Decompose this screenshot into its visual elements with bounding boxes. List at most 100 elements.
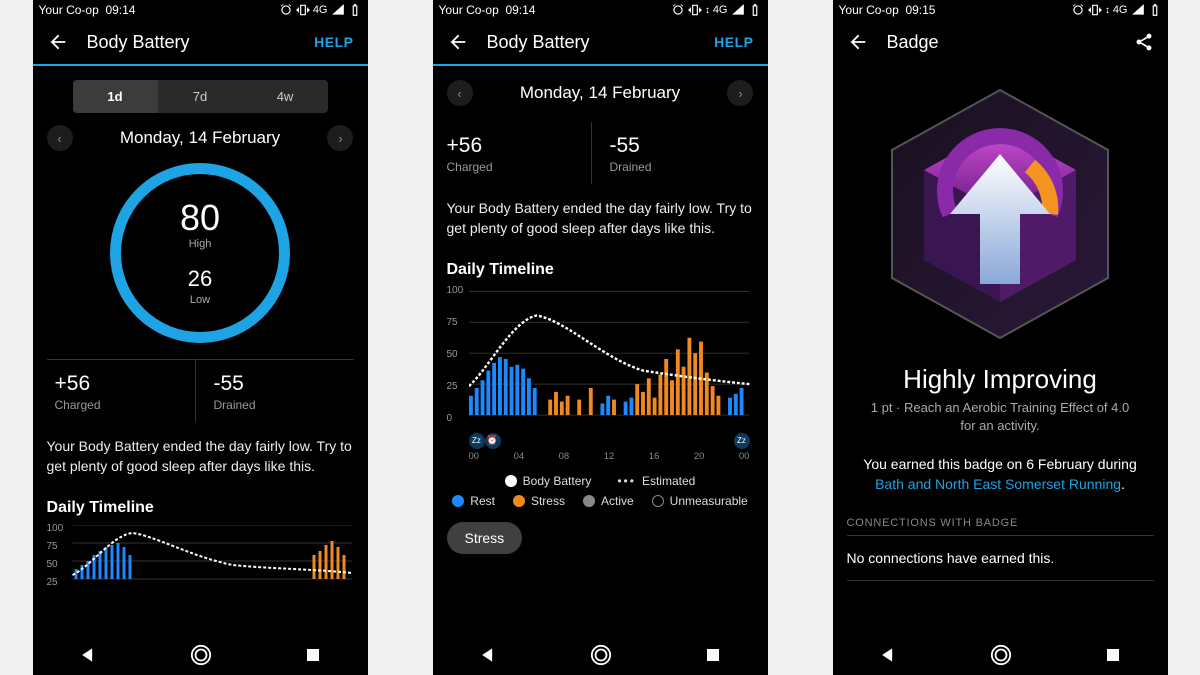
back-nav-icon[interactable] [78, 645, 98, 665]
sleep-icon: Zz [734, 433, 750, 449]
activity-link[interactable]: Bath and North East Somerset Running [875, 476, 1121, 492]
back-icon[interactable] [447, 31, 469, 53]
drained-value: -55 [610, 134, 754, 158]
battery-icon [748, 3, 762, 17]
legend-body-battery: Body Battery [523, 474, 592, 488]
phone-screen-2: Your Co-op 09:14 ↕ 4G Body Battery HELP … [433, 0, 768, 675]
date-nav: ‹ Monday, 14 February › [47, 125, 354, 151]
active-dot [583, 495, 595, 507]
home-nav-icon[interactable] [190, 644, 212, 666]
x-tick: 00 [739, 451, 750, 462]
legend-row-2: Rest Stress Active Unmeasurable [447, 494, 754, 508]
data-arrows-icon: ↕ [705, 5, 710, 16]
recent-nav-icon[interactable] [704, 646, 722, 664]
drained-label: Drained [214, 398, 354, 412]
page-title: Badge [887, 32, 1116, 53]
y-tick: 25 [47, 577, 58, 588]
badge-graphic [847, 84, 1154, 344]
vibrate-icon [296, 3, 310, 17]
tab-4w[interactable]: 4w [243, 80, 328, 113]
date-label: Monday, 14 February [120, 128, 280, 148]
carrier: Your Co-op [839, 3, 899, 17]
chart-svg [69, 525, 368, 595]
drained-label: Drained [610, 160, 754, 174]
y-tick: 50 [447, 349, 458, 360]
badge-subtitle: 1 pt · Reach an Aerobic Training Effect … [847, 399, 1154, 435]
drained-value: -55 [214, 372, 354, 396]
page-title: Body Battery [487, 32, 697, 53]
x-axis-row: 00 04 08 12 16 20 00 [469, 451, 750, 462]
battery-ring: 80 High 26 Low [47, 163, 354, 343]
x-tick: 12 [604, 451, 615, 462]
recent-nav-icon[interactable] [1104, 646, 1122, 664]
next-day-button[interactable]: › [727, 80, 753, 106]
earned-suffix: . [1121, 476, 1125, 492]
legend-row-1: Body Battery ••• Estimated [447, 474, 754, 488]
charged-label: Charged [55, 398, 195, 412]
rest-dot [452, 495, 464, 507]
phone-screen-1: Your Co-op 09:14 4G Body Battery HELP 1d… [33, 0, 368, 675]
clock: 09:14 [105, 3, 135, 17]
network-label: 4G [1113, 4, 1128, 16]
stress-dot [513, 495, 525, 507]
home-nav-icon[interactable] [990, 644, 1012, 666]
home-nav-icon[interactable] [590, 644, 612, 666]
alarm-icon [671, 3, 685, 17]
status-bar: Your Co-op 09:14 4G [33, 0, 368, 20]
summary-text: Your Body Battery ended the day fairly l… [47, 436, 354, 477]
help-button[interactable]: HELP [714, 34, 753, 50]
low-label: Low [190, 294, 210, 306]
charged-value: +56 [447, 134, 591, 158]
connections-header: CONNECTIONS WITH BADGE [847, 517, 1154, 536]
y-tick: 100 [447, 285, 464, 296]
legend-stress: Stress [531, 494, 565, 508]
status-icons: 4G [279, 3, 362, 17]
tab-7d[interactable]: 7d [158, 80, 243, 113]
prev-day-button[interactable]: ‹ [447, 80, 473, 106]
low-value: 26 [188, 266, 212, 292]
timeline-chart-partial: 100 75 50 25 [47, 525, 354, 583]
legend-estimated: Estimated [642, 474, 695, 488]
summary-text: Your Body Battery ended the day fairly l… [447, 198, 754, 239]
back-nav-icon[interactable] [878, 645, 898, 665]
battery-icon [348, 3, 362, 17]
carrier: Your Co-op [39, 3, 99, 17]
back-icon[interactable] [847, 31, 869, 53]
status-icons: ↕ 4G [671, 3, 762, 17]
back-icon[interactable] [47, 31, 69, 53]
phone-screen-3: Your Co-op 09:15 ↕ 4G Badge [833, 0, 1168, 675]
x-tick: 16 [649, 451, 660, 462]
badge-name: Highly Improving [847, 364, 1154, 395]
high-label: High [189, 238, 212, 250]
clock: 09:14 [505, 3, 535, 17]
y-tick: 25 [447, 381, 458, 392]
recent-nav-icon[interactable] [304, 646, 322, 664]
y-tick: 100 [47, 523, 64, 534]
y-tick: 0 [447, 413, 453, 424]
help-button[interactable]: HELP [314, 34, 353, 50]
vibrate-icon [1088, 3, 1102, 17]
app-header: Badge [833, 20, 1168, 64]
legend-unmeasurable: Unmeasurable [670, 494, 748, 508]
back-nav-icon[interactable] [478, 645, 498, 665]
tab-1d[interactable]: 1d [73, 80, 158, 113]
content-area: 1d 7d 4w ‹ Monday, 14 February › 80 High… [33, 66, 368, 583]
alarm-icon [1071, 3, 1085, 17]
timeline-title: Daily Timeline [447, 261, 754, 279]
range-tabs[interactable]: 1d 7d 4w [73, 80, 328, 113]
app-header: Body Battery HELP [433, 20, 768, 64]
date-nav: ‹ Monday, 14 February › [447, 80, 754, 106]
date-label: Monday, 14 February [520, 83, 680, 103]
signal-icon [1131, 3, 1145, 17]
android-nav [833, 635, 1168, 675]
legend-rest: Rest [470, 494, 495, 508]
share-icon[interactable] [1134, 32, 1154, 52]
earned-prefix: You earned this badge on 6 February duri… [863, 456, 1136, 472]
stress-chip[interactable]: Stress [447, 522, 523, 554]
chart-svg [469, 289, 759, 429]
x-tick: 00 [469, 451, 480, 462]
next-day-button[interactable]: › [327, 125, 353, 151]
carrier: Your Co-op [439, 3, 499, 17]
charge-drain-row: +56 Charged -55 Drained [47, 359, 354, 422]
prev-day-button[interactable]: ‹ [47, 125, 73, 151]
